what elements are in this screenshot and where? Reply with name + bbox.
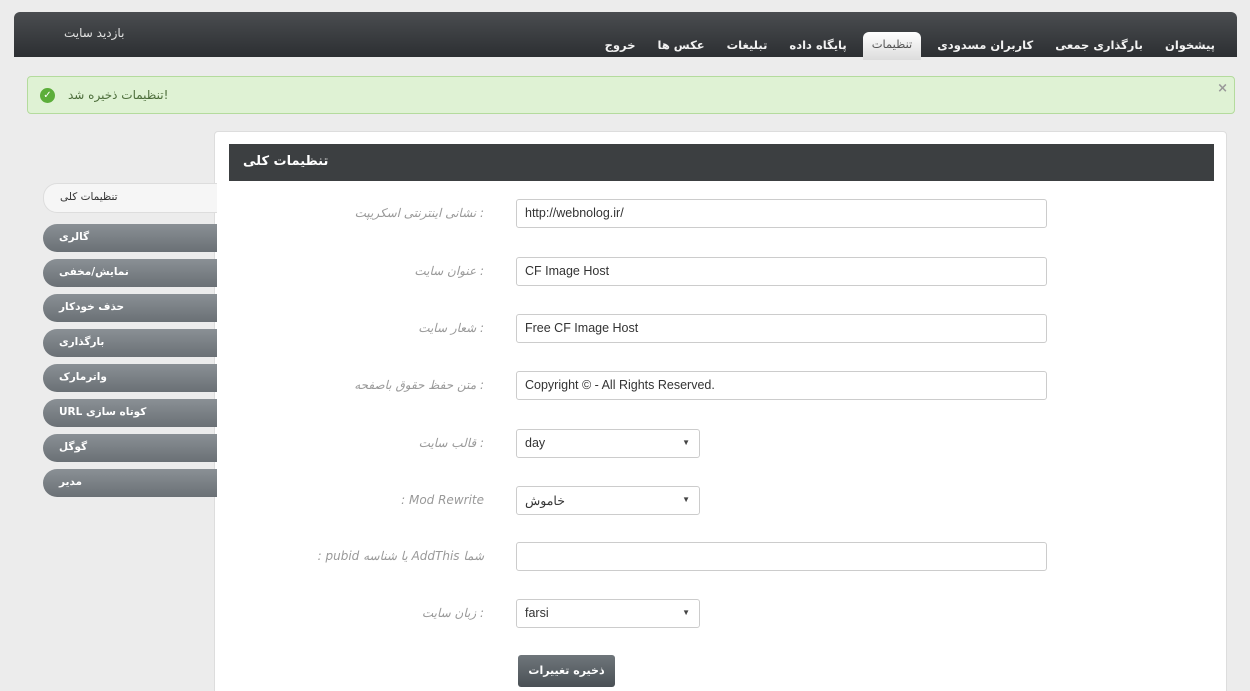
language-select-value: farsi — [525, 606, 549, 620]
check-icon: ✓ — [40, 88, 55, 103]
nav-settings[interactable]: تنظیمات — [862, 32, 922, 60]
nav-bulk-upload[interactable]: بارگذاری جمعی — [1049, 33, 1149, 57]
nav-ads[interactable]: تبلیغات — [721, 33, 774, 57]
sidebar-item-label: بارگذاری — [59, 336, 105, 348]
visit-site-link[interactable]: بازدید سایت — [64, 26, 124, 40]
mod-rewrite-select[interactable]: خاموش ▼ — [516, 486, 700, 515]
dropdown-arrow-icon: ▼ — [682, 438, 690, 447]
sidebar-item-label: گوگل — [59, 441, 88, 453]
alert-message: !تنظیمات ذخیره شد — [68, 88, 169, 102]
site-slogan-input[interactable]: Free CF Image Host — [516, 314, 1047, 343]
dropdown-arrow-icon: ▼ — [682, 608, 690, 617]
nav-blocked-users[interactable]: کاربران مسدودی — [931, 33, 1039, 57]
site-slogan-label: : شعار سایت — [418, 321, 484, 335]
sidebar-item-auto-delete[interactable]: حذف خودکار — [43, 294, 217, 322]
sidebar-item-label: حذف خودکار — [59, 301, 125, 313]
copyright-label: : متن حفظ حقوق باصفحه — [354, 378, 484, 392]
copyright-input[interactable]: Copyright © - All Rights Reserved. — [516, 371, 1047, 400]
sidebar-item-label: کوتاه سازی URL — [59, 406, 147, 418]
mod-rewrite-label: Mod Rewrite : — [401, 493, 484, 507]
sidebar-item-label: مدیر — [59, 476, 83, 488]
nav-database[interactable]: پایگاه داده — [783, 33, 852, 57]
sidebar-item-label: تنظیمات کلی — [60, 191, 118, 203]
site-title-input[interactable]: CF Image Host — [516, 257, 1047, 286]
nav-logout[interactable]: خروج — [599, 33, 642, 57]
nav-dashboard[interactable]: پیشخوان — [1159, 33, 1221, 57]
sidebar-item-watermark[interactable]: واترمارک — [43, 364, 217, 392]
sidebar-item-google[interactable]: گوگل — [43, 434, 217, 462]
mod-rewrite-select-value: خاموش — [525, 494, 565, 508]
success-alert: ✓ !تنظیمات ذخیره شد × — [27, 76, 1235, 114]
nav-images[interactable]: عکس ها — [652, 33, 711, 57]
addthis-label: شما AddThis یا شناسه pubid : — [317, 549, 484, 563]
sidebar-item-upload[interactable]: بارگذاری — [43, 329, 217, 357]
sidebar-item-url-shortener[interactable]: کوتاه سازی URL — [43, 399, 217, 427]
sidebar-item-label: گالری — [59, 231, 90, 243]
theme-select[interactable]: day ▼ — [516, 429, 700, 458]
language-label: : زبان سایت — [421, 606, 484, 620]
sidebar-item-admin[interactable]: مدیر — [43, 469, 217, 497]
panel-title: تنظیمات کلی — [243, 154, 329, 169]
main-nav: خروج عکس ها تبلیغات پایگاه داده تنظیمات … — [589, 30, 1221, 60]
sidebar-item-label: نمایش/مخفی — [59, 266, 129, 278]
site-title-label: : عنوان سایت — [414, 264, 484, 278]
settings-sidebar: تنظیمات کلی گالری نمایش/مخفی حذف خودکار … — [43, 183, 217, 504]
sidebar-item-gallery[interactable]: گالری — [43, 224, 217, 252]
script-url-label: : نشانی اینترنتی اسکریپت — [354, 206, 484, 220]
script-url-input[interactable]: http://webnolog.ir/ — [516, 199, 1047, 228]
panel-header: تنظیمات کلی — [229, 144, 1214, 181]
close-icon[interactable]: × — [1217, 81, 1228, 96]
save-changes-button[interactable]: ذخیره تغییرات — [518, 655, 615, 687]
dropdown-arrow-icon: ▼ — [682, 495, 690, 504]
theme-label: : قالب سایت — [418, 436, 484, 450]
language-select[interactable]: farsi ▼ — [516, 599, 700, 628]
addthis-pubid-input[interactable] — [516, 542, 1047, 571]
top-navbar: بازدید سایت خروج عکس ها تبلیغات پایگاه د… — [14, 12, 1237, 60]
sidebar-item-general[interactable]: تنظیمات کلی — [43, 183, 217, 213]
sidebar-item-label: واترمارک — [59, 371, 107, 383]
theme-select-value: day — [525, 436, 546, 450]
sidebar-item-show-hide[interactable]: نمایش/مخفی — [43, 259, 217, 287]
